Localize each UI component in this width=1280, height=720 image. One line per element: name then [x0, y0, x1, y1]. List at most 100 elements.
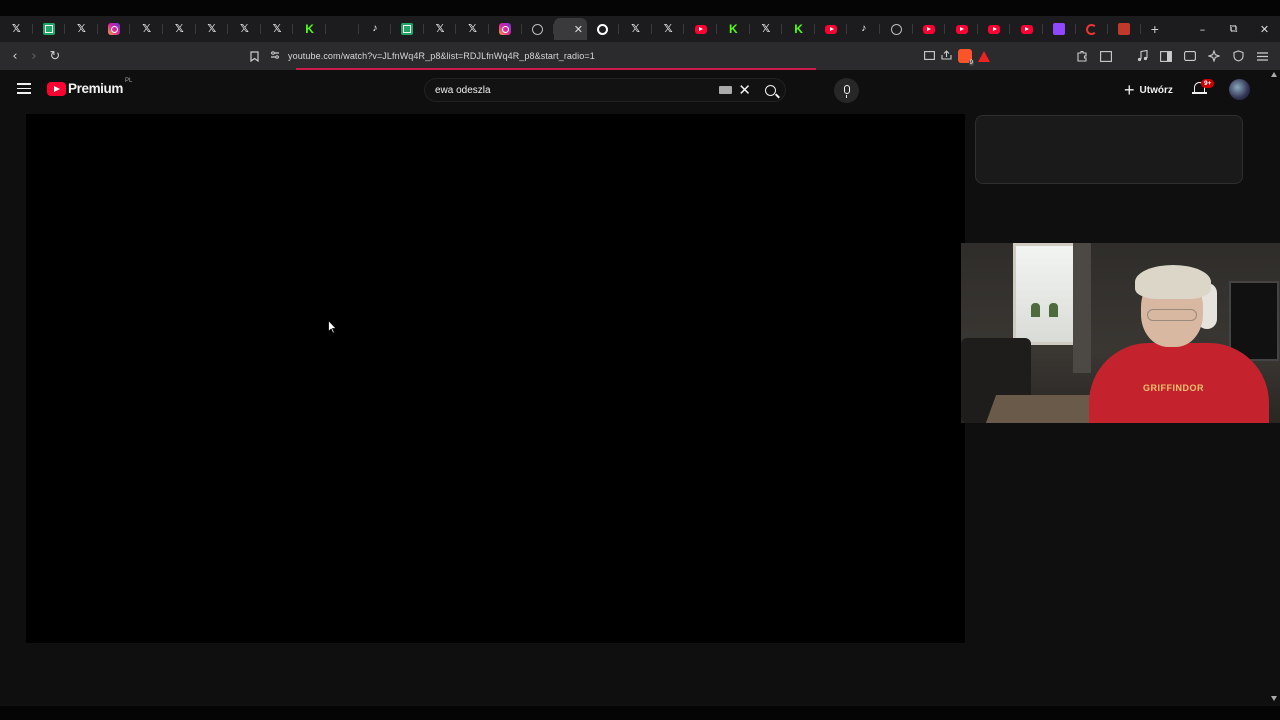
x-icon: 𝕏: [142, 22, 152, 35]
browser-tab[interactable]: 𝕏: [261, 18, 294, 40]
globe-icon: [532, 23, 544, 35]
clear-search-button[interactable]: ✕: [738, 82, 751, 98]
video-player[interactable]: [26, 114, 965, 643]
browser-tab[interactable]: [489, 18, 522, 40]
browser-tab[interactable]: [98, 18, 131, 40]
browser-tab[interactable]: [978, 18, 1011, 40]
browser-tab[interactable]: 𝕏: [750, 18, 783, 40]
browser-tab[interactable]: 𝕏: [163, 18, 196, 40]
notification-badge: 9+: [1201, 79, 1215, 88]
search-button[interactable]: [755, 78, 785, 102]
avatar[interactable]: [1229, 79, 1250, 100]
google-icon: [597, 23, 609, 35]
browser-tab[interactable]: [1010, 18, 1043, 40]
x-icon: 𝕏: [468, 22, 478, 35]
search-box: ewa odeszla ✕: [424, 78, 786, 102]
blank-icon: [558, 23, 570, 35]
tab-close-icon[interactable]: ✕: [574, 23, 583, 36]
x-icon: 𝕏: [174, 22, 184, 35]
browser-tab[interactable]: ♪: [359, 18, 392, 40]
browser-tab[interactable]: 𝕏: [130, 18, 163, 40]
browser-tab[interactable]: 𝕏: [619, 18, 652, 40]
browser-tab[interactable]: [326, 18, 359, 40]
browser-tab[interactable]: [33, 18, 66, 40]
address-bar[interactable]: youtube.com/watch?v=JLfnWq4R_p8&list=RDJ…: [270, 46, 990, 66]
instagram-icon: [108, 23, 121, 35]
share-icon[interactable]: [941, 47, 952, 65]
forward-button[interactable]: ›: [24, 46, 44, 66]
browser-tab[interactable]: 𝕏: [652, 18, 685, 40]
browser-tab[interactable]: [587, 18, 620, 40]
youtube-icon: [1020, 24, 1033, 34]
shirt-print: GRIFFINDOR: [1143, 383, 1204, 393]
loading-icon: [1086, 23, 1098, 35]
media-icon[interactable]: [1132, 46, 1152, 66]
youtube-logo[interactable]: Premium PL: [47, 78, 132, 96]
browser-tab[interactable]: [391, 18, 424, 40]
sidebar-icon[interactable]: [1156, 46, 1176, 66]
voice-search-button[interactable]: [834, 78, 859, 103]
youtube-play-icon: [47, 81, 66, 96]
x-icon: 𝕏: [207, 22, 217, 35]
create-button[interactable]: + Utwórz: [1118, 78, 1179, 102]
person-hair: [1135, 265, 1211, 299]
screenshot-icon[interactable]: [1096, 46, 1116, 66]
browser-tab[interactable]: ♪: [847, 18, 880, 40]
browser-tab[interactable]: [880, 18, 913, 40]
kick-icon: K: [729, 22, 738, 36]
extensions-icon[interactable]: [1072, 46, 1092, 66]
minimize-button[interactable]: –: [1187, 23, 1218, 36]
site-info-icon[interactable]: [270, 47, 280, 65]
browser-tab[interactable]: 𝕏: [65, 18, 98, 40]
browser-tab[interactable]: [1108, 18, 1141, 40]
brave-shields-icon[interactable]: [958, 49, 974, 66]
window-controls: – ⧉ ✕: [1187, 16, 1280, 42]
menu-icon[interactable]: [1252, 46, 1272, 66]
browser-tab-strip: 𝕏 𝕏 𝕏 𝕏 𝕏 𝕏 𝕏 K ♪ 𝕏 𝕏 ✕ 𝕏 𝕏 K 𝕏 K ♪ + – ⧉ ✕: [0, 16, 1280, 42]
logo-text: Premium: [68, 81, 123, 96]
browser-tab[interactable]: [1043, 18, 1076, 40]
cast-icon[interactable]: [924, 47, 935, 65]
url-text[interactable]: youtube.com/watch?v=JLfnWq4R_p8&list=RDJ…: [288, 51, 595, 61]
brave-rewards-icon[interactable]: [978, 50, 990, 62]
browser-tab[interactable]: 𝕏: [228, 18, 261, 40]
guide-menu-icon[interactable]: [17, 83, 31, 94]
plus-icon: +: [1124, 80, 1135, 100]
leo-ai-icon[interactable]: [1204, 46, 1224, 66]
sheets-icon: [42, 23, 55, 35]
new-tab-button[interactable]: +: [1141, 21, 1169, 37]
browser-tab[interactable]: K: [782, 18, 815, 40]
browser-tab[interactable]: [522, 18, 555, 40]
browser-tab[interactable]: [1076, 18, 1109, 40]
scrollbar-up-arrow-icon[interactable]: [1271, 72, 1277, 77]
restore-button[interactable]: ⧉: [1218, 22, 1249, 36]
tiktok-icon: ♪: [861, 23, 867, 34]
search-input[interactable]: ewa odeszla: [435, 85, 719, 96]
reload-button[interactable]: ↻: [45, 46, 65, 66]
bookmark-icon[interactable]: [244, 46, 264, 66]
browser-tab[interactable]: [684, 18, 717, 40]
browser-tab[interactable]: [815, 18, 848, 40]
wallet-icon[interactable]: [1180, 46, 1200, 66]
back-button[interactable]: ‹: [5, 46, 25, 66]
chart-icon: [1118, 23, 1131, 35]
browser-tab[interactable]: ✕: [554, 18, 587, 40]
browser-tab[interactable]: [913, 18, 946, 40]
microphone-icon: [843, 85, 850, 98]
top-letterbox: [0, 0, 1280, 16]
keyboard-icon[interactable]: [719, 86, 733, 94]
browser-tab[interactable]: 𝕏: [456, 18, 489, 40]
scrollbar-down-arrow-icon[interactable]: [1271, 696, 1277, 701]
browser-tab[interactable]: K: [717, 18, 750, 40]
globe-icon: [890, 23, 902, 35]
browser-tab[interactable]: 𝕏: [0, 18, 33, 40]
search-icon: [764, 84, 776, 96]
browser-tab[interactable]: K: [293, 18, 326, 40]
vpn-icon[interactable]: [1228, 46, 1248, 66]
close-window-button[interactable]: ✕: [1249, 23, 1280, 36]
x-icon: 𝕏: [663, 22, 673, 35]
browser-tab[interactable]: 𝕏: [196, 18, 229, 40]
x-icon: 𝕏: [435, 22, 445, 35]
browser-tab[interactable]: [945, 18, 978, 40]
browser-tab[interactable]: 𝕏: [424, 18, 457, 40]
